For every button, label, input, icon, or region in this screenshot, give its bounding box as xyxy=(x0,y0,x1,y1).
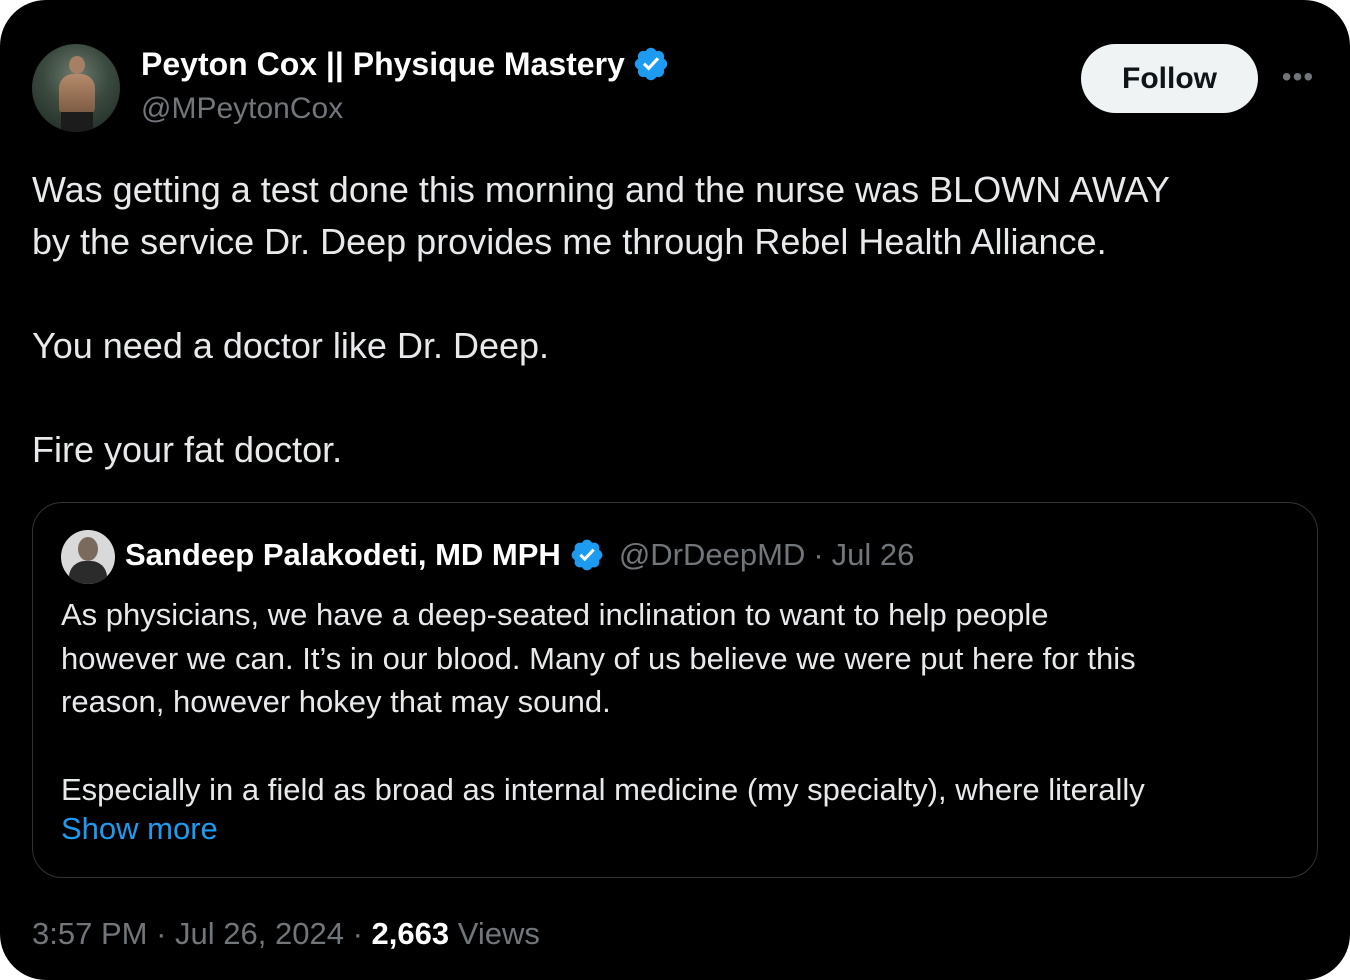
author-display-name[interactable]: Peyton Cox || Physique Mastery xyxy=(141,45,670,83)
show-more-link[interactable]: Show more xyxy=(61,811,218,847)
verified-badge-icon xyxy=(634,47,668,81)
separator-dot: · xyxy=(156,916,167,951)
quoted-author-avatar[interactable] xyxy=(61,530,115,584)
author-name-text[interactable]: Peyton Cox || Physique Mastery xyxy=(141,46,625,83)
tweet-meta: 3:57 PM · Jul 26, 2024 · 2,663 Views xyxy=(32,916,540,952)
quoted-tweet[interactable]: Sandeep Palakodeti, MD MPH @DrDeepMD · J… xyxy=(32,502,1318,878)
tweet-text-line: You need a doctor like Dr. Deep. xyxy=(32,325,550,366)
author-avatar[interactable] xyxy=(32,44,120,132)
quoted-tweet-date[interactable]: Jul 26 xyxy=(832,537,915,573)
quoted-tweet-header: Sandeep Palakodeti, MD MPH @DrDeepMD · J… xyxy=(125,537,914,573)
more-options-icon[interactable]: ••• xyxy=(1280,62,1316,92)
quoted-tweet-body: As physicians, we have a deep-seated inc… xyxy=(61,593,1301,811)
tweet-text-line: by the service Dr. Deep provides me thro… xyxy=(32,221,1107,262)
tweet-card: Peyton Cox || Physique Mastery @MPeytonC… xyxy=(0,0,1350,980)
verified-badge-icon xyxy=(571,539,603,571)
quoted-author-name[interactable]: Sandeep Palakodeti, MD MPH xyxy=(125,537,561,573)
tweet-time[interactable]: 3:57 PM xyxy=(32,916,147,951)
tweet-text-line: Fire your fat doctor. xyxy=(32,429,343,470)
follow-button[interactable]: Follow xyxy=(1081,44,1258,113)
quoted-text-line: reason, however hokey that may sound. xyxy=(61,684,611,719)
tweet-date[interactable]: Jul 26, 2024 xyxy=(175,916,344,951)
separator-dot: · xyxy=(352,916,363,951)
author-handle[interactable]: @MPeytonCox xyxy=(141,92,343,126)
quoted-author-handle[interactable]: @DrDeepMD xyxy=(619,537,806,573)
quoted-text-line: however we can. It’s in our blood. Many … xyxy=(61,640,1136,676)
views-label: Views xyxy=(457,916,540,951)
quoted-text-line: Especially in a field as broad as intern… xyxy=(61,771,1145,807)
tweet-body: Was getting a test done this morning and… xyxy=(32,164,1322,476)
separator-dot: · xyxy=(813,537,824,572)
tweet-text-line: Was getting a test done this morning and… xyxy=(32,169,1170,210)
quoted-text-line: As physicians, we have a deep-seated inc… xyxy=(61,597,1049,632)
views-count: 2,663 xyxy=(371,916,450,951)
